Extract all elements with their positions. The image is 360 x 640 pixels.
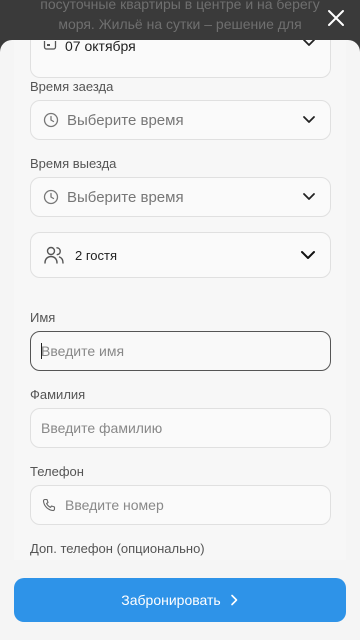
checkout-label: Время выезда [30,156,117,171]
text-cursor [41,343,42,359]
chevron-down-icon [301,251,315,259]
date-value: 07 октября [65,40,136,54]
checkin-label: Время заезда [30,79,114,94]
book-button-label: Забронировать [121,592,221,608]
book-button[interactable]: Забронировать [14,578,346,622]
last-name-label: Фамилия [30,387,86,402]
close-icon [328,10,344,26]
calendar-icon [43,41,57,50]
phone-label: Телефон [30,464,84,479]
phone-icon [42,498,56,512]
clock-icon [43,189,59,205]
checkin-time-select[interactable]: Выберите время [30,100,331,140]
phone-input[interactable] [30,485,331,525]
guests-value: 2 гостя [75,247,118,263]
checkout-time-select[interactable]: Выберите время [30,177,331,217]
chevron-down-icon [303,40,315,46]
alt-phone-label: Доп. телефон (опционально) [30,541,205,556]
last-name-input[interactable] [30,408,331,448]
guests-select[interactable]: 2 гостя [30,232,331,278]
chevron-down-icon [303,116,315,123]
checkin-placeholder: Выберите время [67,111,184,129]
date-field[interactable]: 07 октября [30,40,331,78]
chevron-down-icon [303,193,315,200]
checkout-placeholder: Выберите время [67,188,184,206]
first-name-label: Имя [30,310,56,325]
clock-icon [43,112,59,128]
close-button[interactable] [324,6,348,30]
chevron-right-icon [230,594,238,606]
users-icon [44,246,64,264]
first-name-input[interactable] [30,331,331,371]
